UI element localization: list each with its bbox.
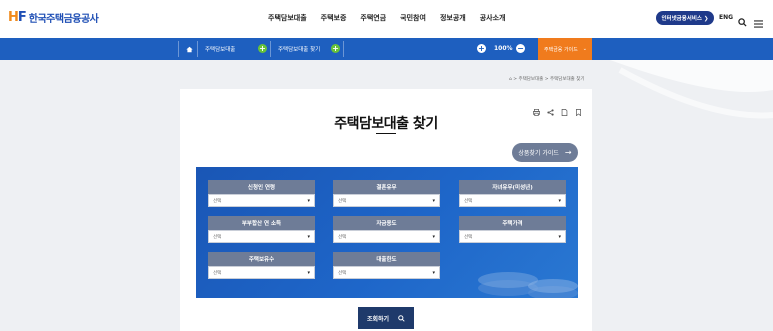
product-guide-button[interactable]: 상품찾기 가이드 → — [512, 143, 578, 162]
caret-down-icon: ▾ — [307, 233, 310, 240]
content-card: 주택담보대출 찾기 상품찾기 가이드 → 신청인 연령 선택 ▾ 결혼유무 선택 ▾… — [180, 89, 592, 331]
filter-label: 신청인 연령 — [208, 180, 315, 194]
share-icon[interactable] — [547, 101, 554, 116]
site-header: HF 한국주택금융공사 주택담보대출 주택보증 주택연금 국민참여 정보공개 공… — [0, 0, 773, 38]
caret-down-icon: ▾ — [307, 269, 310, 276]
nav-item-mortgage[interactable]: 주택담보대출 — [268, 13, 307, 23]
caret-down-icon: ▾ — [432, 269, 435, 276]
breadcrumb: ⌂ > 주택담보대출 > 주택담보대출 찾기 — [509, 77, 585, 82]
filter-marital-status: 결혼유무 선택 ▾ — [333, 180, 440, 207]
loan-limit-select[interactable]: 선택 ▾ — [333, 266, 440, 279]
nav-item-pension[interactable]: 주택연금 — [360, 13, 386, 23]
filter-label: 대출한도 — [333, 252, 440, 266]
bookmark-icon[interactable] — [575, 101, 582, 117]
crumb-mortgage[interactable]: 주택담보대출 — [205, 38, 235, 60]
guide-button-label: 상품찾기 가이드 — [518, 150, 559, 157]
nav-item-participation[interactable]: 국민참여 — [400, 13, 426, 23]
divider — [270, 41, 271, 57]
search-submit-button[interactable]: 조회하기 — [358, 307, 414, 329]
search-button-label: 조회하기 — [366, 315, 390, 323]
nav-item-about[interactable]: 공사소개 — [480, 13, 506, 23]
caret-down-icon: ▾ — [307, 197, 310, 204]
house-price-select[interactable]: 선택 ▾ — [459, 230, 566, 243]
arrow-right-icon: → — [564, 148, 572, 157]
filter-label: 주택보유수 — [208, 252, 315, 266]
filter-fund-purpose: 자금용도 선택 ▾ — [333, 216, 440, 243]
household-income-select[interactable]: 선택 ▾ — [208, 230, 315, 243]
document-icon[interactable] — [561, 101, 568, 116]
caret-down-icon: ▾ — [432, 197, 435, 204]
page-tools — [533, 101, 582, 117]
caret-down-icon: ▾ — [558, 233, 561, 240]
filter-panel: 신청인 연령 선택 ▾ 결혼유무 선택 ▾ 자녀유무(미성년) 선택 ▾ 부부합산 연… — [196, 167, 578, 298]
filter-label: 부부합산 연 소득 — [208, 216, 315, 230]
divider — [343, 41, 344, 57]
guide-tab-label: 주택금융 가이드 — [544, 46, 578, 53]
zoom-in-button[interactable]: + — [477, 44, 486, 53]
filter-household-income: 부부합산 연 소득 선택 ▾ — [208, 216, 315, 243]
caret-down-icon: ▾ — [432, 233, 435, 240]
title-underline — [376, 133, 396, 134]
chevron-down-icon: ⌄ — [582, 46, 587, 52]
filter-loan-limit: 대출한도 선택 ▾ — [333, 252, 440, 279]
divider — [178, 41, 179, 57]
main-nav: 주택담보대출 주택보증 주택연금 국민참여 정보공개 공사소개 — [268, 13, 519, 23]
lang-eng-link[interactable]: ENG — [719, 14, 733, 21]
page-title: 주택담보대출 찾기 — [334, 116, 438, 132]
housing-finance-guide-tab[interactable]: 주택금융 가이드 ⌄ — [538, 38, 592, 60]
caret-down-icon: ▾ — [558, 197, 561, 204]
crumb-expand-icon[interactable]: + — [258, 44, 267, 53]
nav-item-guarantee[interactable]: 주택보증 — [321, 13, 347, 23]
crumb-find-mortgage[interactable]: 주택담보대출 찾기 — [278, 38, 320, 60]
divider — [197, 41, 198, 57]
site-logo[interactable]: HF 한국주택금융공사 — [8, 10, 99, 25]
location-bar: 주택담보대출 + 주택담보대출 찾기 + + 100% − 주택금융 가이드 ⌄ — [0, 38, 773, 60]
filter-house-price: 주택가격 선택 ▾ — [459, 216, 566, 243]
filter-minor-children: 자녀유무(미성년) 선택 ▾ — [459, 180, 566, 207]
filter-applicant-age: 신청인 연령 선택 ▾ — [208, 180, 315, 207]
houses-owned-select[interactable]: 선택 ▾ — [208, 266, 315, 279]
home-icon[interactable] — [186, 38, 193, 60]
logo-mark: HF — [8, 10, 27, 25]
search-icon — [398, 314, 405, 322]
logo-text: 한국주택금융공사 — [28, 14, 99, 25]
filter-label: 자녀유무(미성년) — [459, 180, 566, 194]
filter-label: 결혼유무 — [333, 180, 440, 194]
zoom-level: 100% — [494, 45, 513, 52]
fund-purpose-select[interactable]: 선택 ▾ — [333, 230, 440, 243]
internet-service-button[interactable]: 인터넷금융서비스 ❯ — [656, 11, 714, 25]
filter-label: 주택가격 — [459, 216, 566, 230]
background-swoosh — [610, 60, 773, 119]
zoom-out-button[interactable]: − — [516, 44, 525, 53]
minor-children-select[interactable]: 선택 ▾ — [459, 194, 566, 207]
nav-item-disclosure[interactable]: 정보공개 — [440, 13, 466, 23]
applicant-age-select[interactable]: 선택 ▾ — [208, 194, 315, 207]
filter-label: 자금용도 — [333, 216, 440, 230]
menu-icon[interactable] — [754, 13, 763, 32]
marital-status-select[interactable]: 선택 ▾ — [333, 194, 440, 207]
crumb-expand-icon[interactable]: + — [331, 44, 340, 53]
filter-houses-owned: 주택보유수 선택 ▾ — [208, 252, 315, 279]
print-icon[interactable] — [533, 101, 540, 116]
search-icon[interactable] — [738, 12, 747, 31]
